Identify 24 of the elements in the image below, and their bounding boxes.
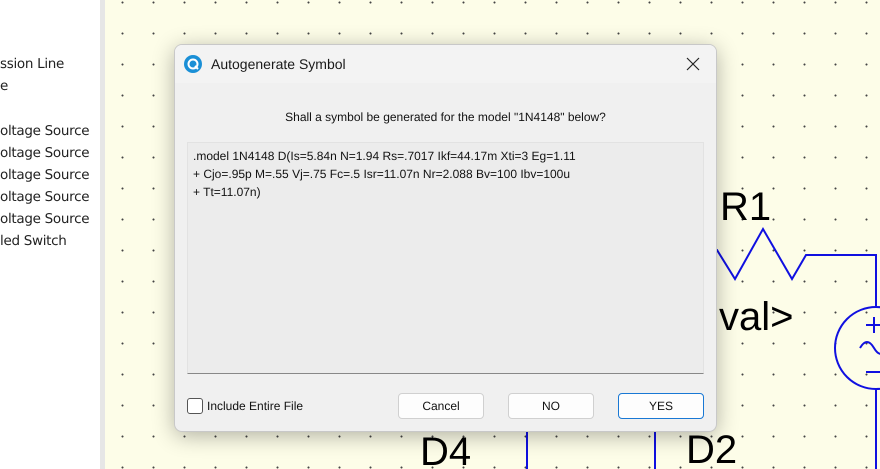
dialog-button[interactable]: YES (618, 393, 704, 419)
sidebar-item[interactable]: led Switch (0, 230, 100, 252)
app-logo-icon (184, 55, 202, 73)
dialog-message: Shall a symbol be generated for the model "1N4148" below? (284, 110, 607, 124)
resistor-label: R1 (720, 185, 772, 229)
sidebar-item[interactable]: oltage Source (0, 142, 100, 164)
value-label: val> (719, 295, 794, 339)
sidebar-item[interactable]: ssion Line (0, 53, 100, 75)
model-text-area[interactable]: .model 1N4148 D(Is=5.84n N=1.94 Rs=.7017 Ikf=44.17m Xti=3 Eg=1.11 + Cjo=.95p M=.55 Vj=.75 Fc=.5 Isr=11.07n Nr=2.088 Bv=100 Ibv=100u + Tt=11.07n) (187, 142, 704, 374)
wire (526, 430, 528, 469)
dialog-button[interactable]: NO (508, 393, 594, 419)
sidebar-item[interactable]: e (0, 75, 100, 97)
sidebar-item[interactable]: oltage Source (0, 186, 100, 208)
wire (654, 430, 656, 469)
sidebar-item[interactable]: oltage Source (0, 208, 100, 230)
diode-label: D2 (686, 428, 738, 469)
close-icon (686, 57, 700, 71)
sidebar-item[interactable]: oltage Source (0, 120, 100, 142)
dialog-title: Autogenerate Symbol (211, 56, 347, 72)
sidebar-item[interactable]: oltage Source (0, 164, 100, 186)
dialog-button[interactable]: Cancel (398, 393, 484, 419)
checkbox[interactable] (187, 398, 203, 414)
checkbox-label[interactable]: Include Entire File (207, 399, 304, 413)
diode-label: D4 (420, 430, 472, 469)
